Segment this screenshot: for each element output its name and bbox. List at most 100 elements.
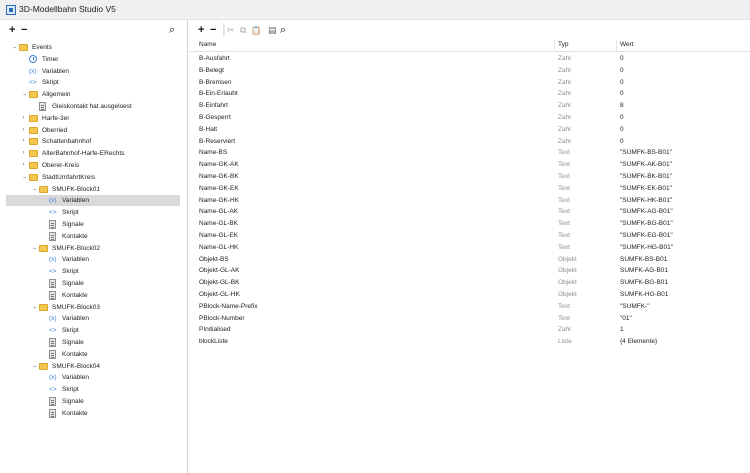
variable-value-cell[interactable]: 0 (620, 88, 624, 99)
variable-value-cell[interactable]: "SUMFK-HG-B01" (620, 242, 673, 253)
variable-value-cell[interactable]: "SUMFK-BG-B01" (620, 218, 673, 229)
variable-type-cell[interactable]: Text (558, 242, 570, 253)
column-divider[interactable] (616, 40, 617, 52)
tree-item[interactable]: › StadtUmfahrtKreis (6, 172, 180, 183)
variable-type-cell[interactable]: Zahl (558, 100, 571, 111)
table-row[interactable]: B-Ein-Erlaubt Zahl 0 (189, 88, 750, 99)
table-row[interactable]: Objekt-BS Objekt SUMFK-BS-B01 (189, 254, 750, 265)
tree-item[interactable]: Kontakte (6, 349, 180, 360)
variable-value-cell[interactable]: "SUMFK-BS-B01" (620, 147, 672, 158)
variable-type-cell[interactable]: Objekt (558, 289, 577, 300)
variable-value-cell[interactable]: 1 (620, 324, 624, 335)
chevron-down-icon[interactable]: › (28, 304, 39, 311)
variable-value-cell[interactable]: SUMFK-AG-B01 (620, 265, 668, 276)
variable-name-cell[interactable]: B-Einfahrt (199, 100, 228, 111)
table-row[interactable]: Name-GK-BK Text "SUMFK-BK-B01" (189, 171, 750, 182)
table-row[interactable]: B-Gesperrt Zahl 0 (189, 112, 750, 123)
column-header-type[interactable]: Typ (558, 41, 568, 48)
variable-name-cell[interactable]: Name-BS (199, 147, 227, 158)
variable-name-cell[interactable]: B-Ausfahrt (199, 53, 230, 64)
search-variable-icon[interactable]: ⌕ (280, 25, 286, 36)
tree-item[interactable]: Timer (6, 54, 180, 65)
variable-name-cell[interactable]: Objekt-GL-HK (199, 289, 240, 300)
chevron-down-icon[interactable]: › (18, 91, 29, 98)
variable-type-cell[interactable]: Objekt (558, 265, 577, 276)
variable-value-cell[interactable]: "SUMFK-HK-B01" (620, 195, 672, 206)
table-row[interactable]: Name-GL-BK Text "SUMFK-BG-B01" (189, 218, 750, 229)
tree-item[interactable]: › SMUFK-Block02 (6, 243, 180, 254)
variable-name-cell[interactable]: PBlock-Number (199, 313, 245, 324)
variable-name-cell[interactable]: PBlock-Name-Prefix (199, 301, 258, 312)
variable-type-cell[interactable]: Text (558, 183, 570, 194)
variable-type-cell[interactable]: Text (558, 159, 570, 170)
tree-item[interactable]: <> Skript (6, 207, 180, 218)
cut-icon[interactable]: ✂ (227, 25, 235, 36)
variable-type-cell[interactable]: Zahl (558, 53, 571, 64)
variable-type-cell[interactable]: Zahl (558, 77, 571, 88)
table-row[interactable]: B-Einfahrt Zahl 8 (189, 100, 750, 111)
tree-item[interactable]: (x) Variablen (6, 195, 180, 207)
variable-value-cell[interactable]: 0 (620, 124, 624, 135)
tree-item[interactable]: › Allgemein (6, 89, 180, 100)
variable-value-cell[interactable]: 0 (620, 53, 624, 64)
variable-name-cell[interactable]: B-Gesperrt (199, 112, 231, 123)
variable-type-cell[interactable]: Text (558, 147, 570, 158)
tree-item[interactable]: Gleiskontakt hat ausgeloest (6, 101, 180, 112)
variable-name-cell[interactable]: B-Belegt (199, 65, 224, 76)
table-row[interactable]: Name-GK-AK Text "SUMFK-AK-B01" (189, 159, 750, 170)
tree-item[interactable]: › Oberried (6, 125, 180, 136)
variable-value-cell[interactable]: 0 (620, 65, 624, 76)
add-variable-button[interactable]: + (198, 25, 204, 36)
variable-name-cell[interactable]: Name-GL-EK (199, 230, 238, 241)
variable-value-cell[interactable]: "SUMFK-" (620, 301, 650, 312)
chevron-right-icon[interactable]: › (20, 136, 27, 147)
tree-item[interactable]: Kontakte (6, 290, 180, 301)
tree-item[interactable]: › AlterBahnhof-Harfe-ERechts (6, 148, 180, 159)
table-row[interactable]: Objekt-GL-AK Objekt SUMFK-AG-B01 (189, 265, 750, 276)
table-row[interactable]: Name-GL-EK Text "SUMFK-EG-B01" (189, 230, 750, 241)
table-row[interactable]: B-Ausfahrt Zahl 0 (189, 53, 750, 64)
table-row[interactable]: PBlock-Number Text "01" (189, 313, 750, 324)
chevron-down-icon[interactable]: › (28, 363, 39, 370)
chevron-right-icon[interactable]: › (20, 160, 27, 171)
variable-type-cell[interactable]: Zahl (558, 324, 571, 335)
variable-name-cell[interactable]: Name-GL-BK (199, 218, 238, 229)
variable-name-cell[interactable]: Objekt-GL-AK (199, 265, 239, 276)
table-row[interactable]: Objekt-GL-BK Objekt SUMFK-BG-B01 (189, 277, 750, 288)
tree-item[interactable]: › Events (6, 42, 180, 53)
variable-name-cell[interactable]: Name-GK-AK (199, 159, 239, 170)
variable-name-cell[interactable]: B-Halt (199, 124, 217, 135)
remove-variable-button[interactable]: − (210, 25, 216, 36)
tree-item[interactable]: › Harfe-3er (6, 113, 180, 124)
table-row[interactable]: PBlock-Name-Prefix Text "SUMFK-" (189, 301, 750, 312)
tree-item[interactable]: (x) Variablen (6, 372, 180, 383)
variable-value-cell[interactable]: "SUMFK-AK-B01" (620, 159, 672, 170)
tree-item[interactable]: (x) Variablen (6, 254, 180, 265)
tree-item[interactable]: <> Skript (6, 266, 180, 277)
column-header-name[interactable]: Name (199, 41, 216, 48)
variable-value-cell[interactable]: "SUMFK-EK-B01" (620, 183, 672, 194)
script-icon[interactable]: ▤ (268, 25, 277, 36)
table-row[interactable]: PInitialised Zahl 1 (189, 324, 750, 335)
variable-name-cell[interactable]: blockListe (199, 336, 228, 347)
table-row[interactable]: Name-GK-EK Text "SUMFK-EK-B01" (189, 183, 750, 194)
column-header-value[interactable]: Wert (620, 41, 634, 48)
variable-type-cell[interactable]: Text (558, 230, 570, 241)
variable-type-cell[interactable]: Objekt (558, 254, 577, 265)
tree-item[interactable]: Signale (6, 219, 180, 230)
variable-name-cell[interactable]: Name-GK-EK (199, 183, 239, 194)
table-row[interactable]: Name-GL-HK Text "SUMFK-HG-B01" (189, 242, 750, 253)
table-row[interactable]: Name-GK-HK Text "SUMFK-HK-B01" (189, 195, 750, 206)
variable-value-cell[interactable]: 0 (620, 136, 624, 147)
variable-type-cell[interactable]: Zahl (558, 124, 571, 135)
tree-item[interactable]: Signale (6, 337, 180, 348)
tree-item[interactable]: Kontakte (6, 231, 180, 242)
tree-item[interactable]: › SMUFK-Block03 (6, 302, 180, 313)
variable-value-cell[interactable]: "SUMFK-BK-B01" (620, 171, 672, 182)
tree-item[interactable]: <> Skript (6, 384, 180, 395)
search-icon[interactable]: ⌕ (169, 25, 175, 36)
variable-name-cell[interactable]: Name-GK-BK (199, 171, 239, 182)
tree-item[interactable]: (x) Variablen (6, 66, 180, 77)
remove-button[interactable]: − (21, 25, 27, 36)
variable-value-cell[interactable]: "SUMFK-EG-B01" (620, 230, 673, 241)
